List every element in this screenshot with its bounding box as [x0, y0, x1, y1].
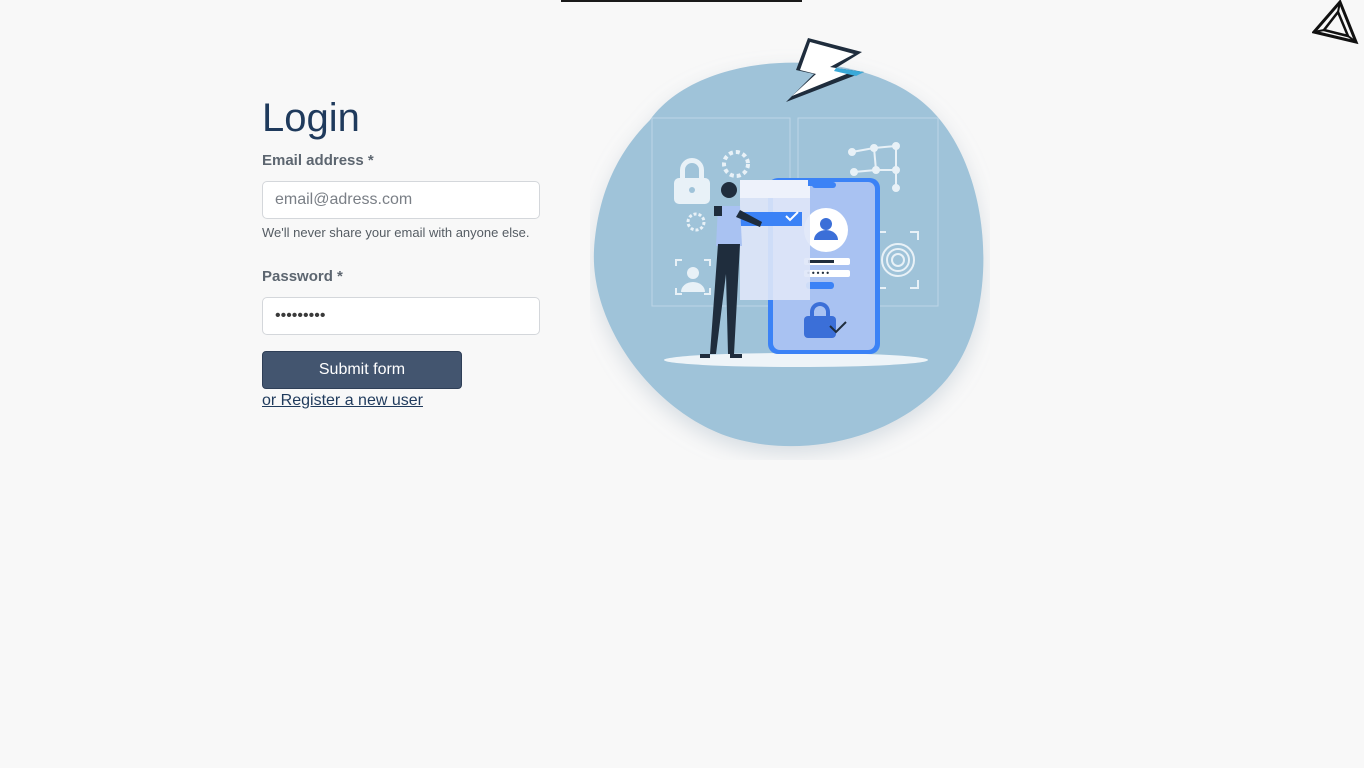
- login-security-illustration: •••••: [593, 38, 984, 447]
- email-help-text: We'll never share your email with anyone…: [262, 225, 530, 240]
- register-link[interactable]: or Register a new user: [262, 392, 423, 410]
- login-form: Login Email address * We'll never share …: [262, 94, 552, 410]
- top-bar-divider: [561, 0, 802, 2]
- password-label: Password *: [262, 268, 343, 285]
- password-field[interactable]: [262, 297, 540, 335]
- triangle-logo-icon: [1312, 0, 1359, 45]
- email-field[interactable]: [262, 181, 540, 219]
- security-card: [740, 178, 816, 300]
- submit-button[interactable]: Submit form: [262, 351, 462, 389]
- page-title: Login: [262, 96, 360, 140]
- email-label: Email address *: [262, 152, 374, 169]
